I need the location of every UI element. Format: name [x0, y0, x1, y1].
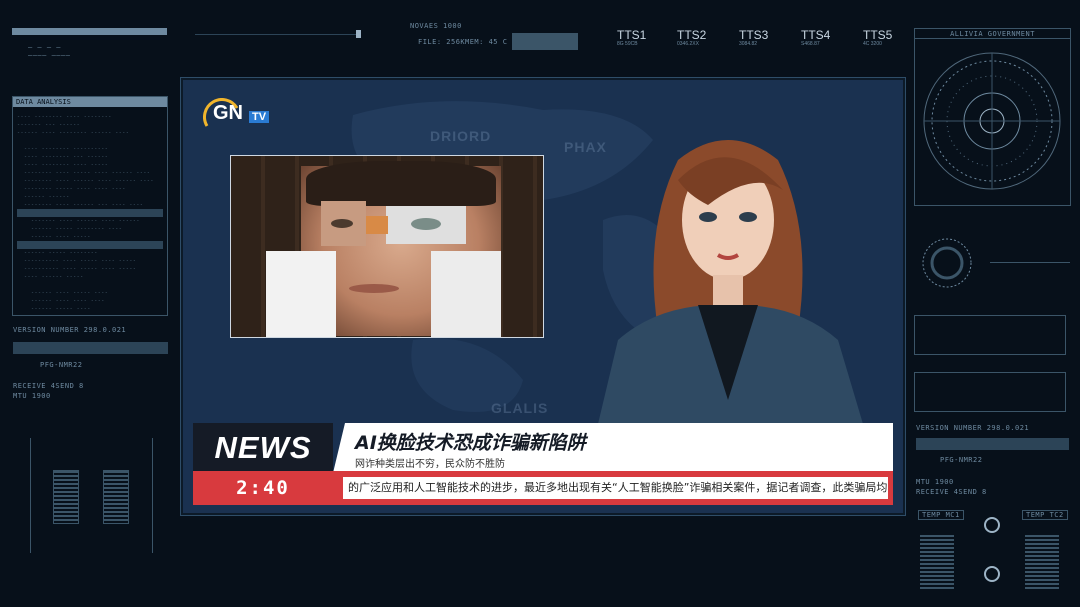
- collage-hair: [306, 161, 496, 206]
- deepfake-face-collage-image: [230, 155, 544, 338]
- government-radar-panel: ALLIVIA GOVERNMENT: [914, 28, 1071, 206]
- slider-track-2[interactable]: [152, 438, 153, 553]
- headline-text: AI换脸技术恐成诈骗新陷阱: [355, 432, 586, 454]
- temp-knob-2[interactable]: [984, 566, 1000, 582]
- version-left: VERSION NUMBER 298.0.021: [13, 326, 127, 334]
- level-meter-1: [53, 470, 79, 524]
- tts2-label: TTS2 0346.2XX: [677, 28, 707, 47]
- pfg-left-bar: [13, 342, 168, 354]
- collage-eye-piece: [386, 206, 466, 244]
- pfg-left: PFG-NMR22: [40, 361, 83, 369]
- right-divider-1: [990, 262, 1070, 263]
- top-status-3: MEM: 45 C: [465, 38, 508, 46]
- ticker-text: 的广泛应用和人工智能技术的进步，最近多地出现有关“人工智能换脸”诈骗相关案件，据…: [348, 481, 888, 494]
- tts1-label: TTS1 8G 59CB: [617, 28, 647, 47]
- logo-gn-text: GN: [213, 102, 243, 124]
- broadcast-screen: DRIORD PHAX GLALIS GN TV NEWS AI换脸技术恐成诈骗…: [181, 78, 905, 515]
- right-info-box-1: [914, 315, 1066, 355]
- top-progress-line: [195, 34, 360, 35]
- temp-meter-2: [1025, 535, 1059, 590]
- top-status-1: NOVAES 1000: [410, 22, 462, 30]
- data-analysis-header: DATA ANALYSIS: [13, 97, 167, 107]
- gov-label: ALLIVIA GOVERNMENT: [915, 29, 1070, 39]
- radar-graphic: [923, 52, 1061, 190]
- slider-track-1[interactable]: [30, 438, 31, 553]
- level-meter-2: [103, 470, 129, 524]
- tts3-label: TTS3 3084.82: [739, 28, 769, 47]
- top-status-2: FILE: 256K: [418, 38, 466, 46]
- ticker-text-container: 的广泛应用和人工智能技术的进步，最近多地出现有关“人工智能换脸”诈骗相关案件，据…: [343, 477, 888, 499]
- receive-left: RECEIVE 4SEND 8: [13, 382, 84, 390]
- tts5-label: TTS5 4C 3200: [863, 28, 893, 47]
- top-status-block: [512, 33, 578, 50]
- pfg-right-bar: [916, 438, 1069, 450]
- data-analysis-panel: DATA ANALYSIS ---- -------- ---- -------…: [12, 96, 168, 316]
- temp-knob-1[interactable]: [984, 517, 1000, 533]
- receive-right: RECEIVE 4SEND 8: [916, 488, 987, 496]
- news-anchor-illustration: [598, 140, 863, 424]
- map-label-1: DRIORD: [430, 128, 492, 144]
- collage-paper-piece-2: [431, 251, 501, 337]
- map-label-3: GLALIS: [491, 400, 549, 416]
- tts4-label: TTS4 S468.87: [801, 28, 831, 47]
- news-label-box: NEWS: [193, 423, 333, 473]
- logo-tv-text: TV: [249, 111, 270, 123]
- hud-top-left-bar: [12, 28, 167, 35]
- mtu-left: MTU 1900: [13, 392, 51, 400]
- collage-orange-strip: [366, 216, 388, 234]
- right-info-box-2: [914, 372, 1066, 412]
- temp-meter-1: [920, 535, 954, 590]
- hud-left-small-text: — — — — ———— ————: [28, 43, 71, 59]
- temp-mc1-label: TEMP MC1: [918, 510, 964, 520]
- ticker-bar: 2:40 的广泛应用和人工智能技术的进步，最近多地出现有关“人工智能换脸”诈骗相…: [193, 471, 893, 505]
- headline-box: AI换脸技术恐成诈骗新陷阱 网诈种类层出不穷，民众防不胜防: [333, 423, 893, 473]
- version-right: VERSION NUMBER 298.0.021: [916, 424, 1030, 432]
- pfg-right: PFG-NMR22: [940, 456, 983, 464]
- subheadline-text: 网诈种类层出不穷，民众防不胜防: [355, 459, 505, 470]
- collage-eye-piece-2: [321, 201, 366, 246]
- collage-paper-piece-1: [266, 251, 336, 337]
- code-lines: ---- -------- ---- -------- ------- --- -…: [13, 107, 167, 319]
- broadcast-time: 2:40: [236, 477, 290, 499]
- collage-mouth: [349, 284, 399, 293]
- circular-gauge: [922, 238, 972, 288]
- mtu-right: MTU 1900: [916, 478, 954, 486]
- top-progress-knob[interactable]: [356, 30, 361, 38]
- gntv-logo: GN TV: [203, 98, 275, 134]
- temp-tc2-label: TEMP TC2: [1022, 510, 1068, 520]
